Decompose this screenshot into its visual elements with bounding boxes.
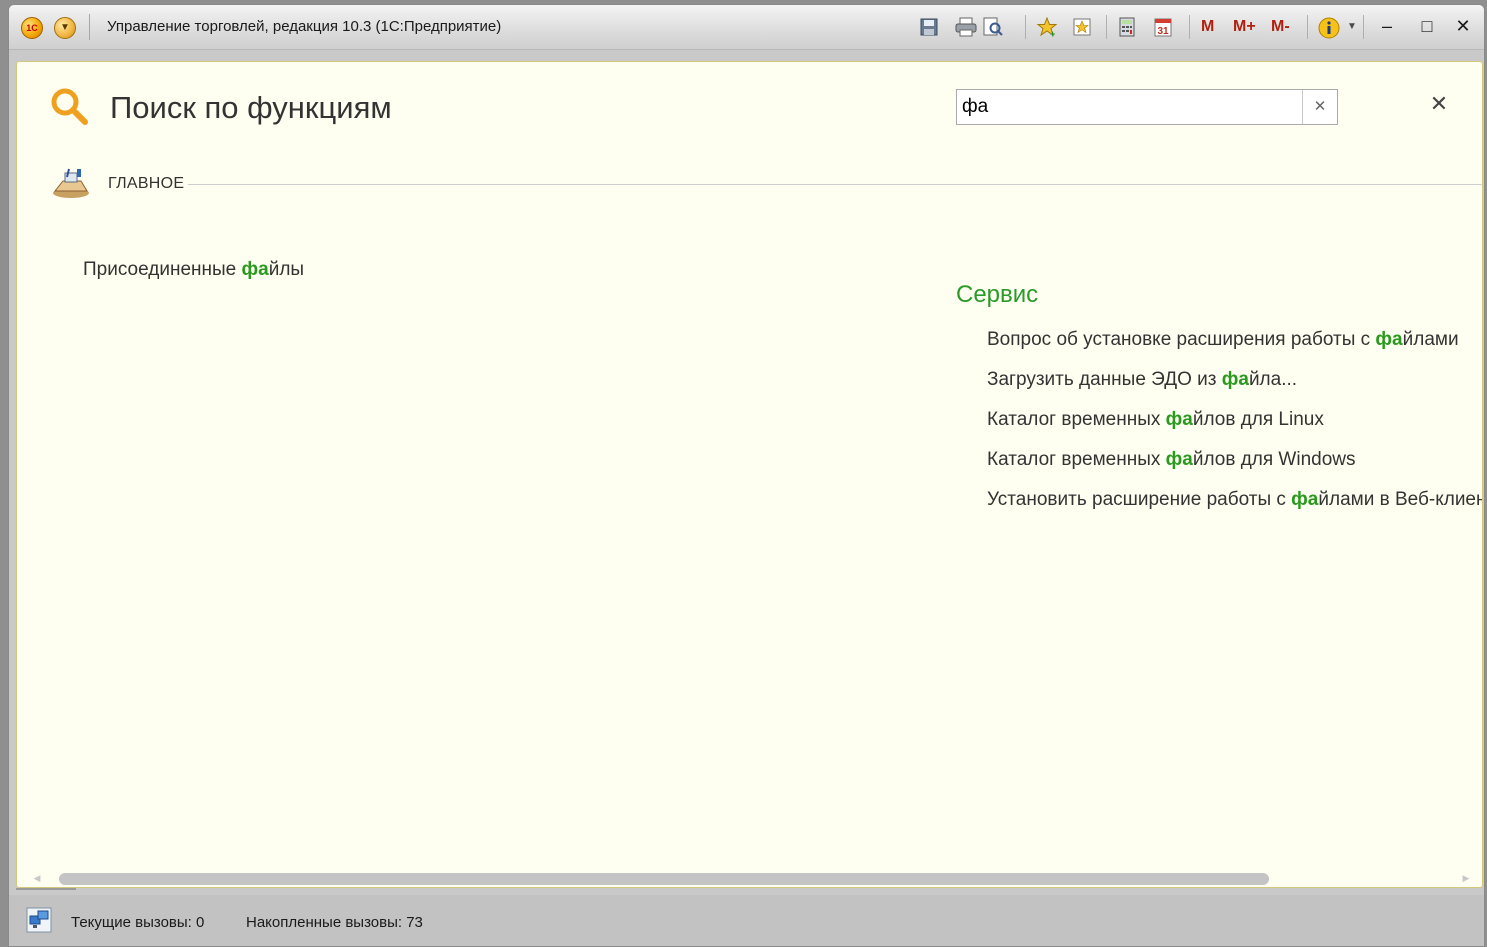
close-window-icon[interactable]: ✕ bbox=[1452, 15, 1474, 37]
result-text-after: йлами bbox=[1402, 329, 1459, 350]
result-link[interactable]: Присоединенные файлы bbox=[83, 259, 304, 281]
calendar-icon[interactable]: 31 bbox=[1153, 17, 1173, 37]
result-text-after: йлами в Веб-клиенте bbox=[1318, 489, 1482, 510]
svg-text:+: + bbox=[1050, 29, 1055, 37]
info-icon[interactable] bbox=[1318, 17, 1340, 39]
app-window: 1С ▼ Управление торговлей, редакция 10.3… bbox=[8, 4, 1485, 947]
toolbar-separator bbox=[1025, 15, 1026, 39]
page-title: Поиск по функциям bbox=[110, 90, 392, 125]
result-match: фа bbox=[1291, 489, 1319, 510]
result-text-before: Вопрос об установке расширения работы с bbox=[987, 329, 1376, 350]
add-favorites-icon[interactable]: + bbox=[1036, 16, 1058, 39]
function-search-panel: Поиск по функциям ✕ ✕ ГЛАВНОЕ Присоедине… bbox=[16, 61, 1483, 888]
toolbar-separator bbox=[1189, 15, 1190, 39]
toolbar-separator bbox=[1106, 15, 1107, 39]
scroll-left-arrow-icon[interactable]: ◀ bbox=[28, 868, 46, 888]
panel-bottom-edge bbox=[16, 888, 76, 890]
result-link[interactable]: Загрузить данные ЭДО из файла... bbox=[987, 369, 1297, 391]
toolbar-separator bbox=[1307, 15, 1308, 39]
main-menu-chevron-icon[interactable]: ▼ bbox=[54, 17, 76, 39]
close-panel-icon[interactable]: ✕ bbox=[1427, 92, 1451, 116]
memory-m-button[interactable]: M bbox=[1201, 17, 1214, 37]
clear-search-icon[interactable]: ✕ bbox=[1302, 90, 1337, 124]
favorites-icon[interactable] bbox=[1072, 17, 1092, 37]
result-text-after: йлов для Linux bbox=[1192, 409, 1324, 430]
result-link[interactable]: Каталог временных файлов для Windows bbox=[987, 449, 1356, 471]
result-text-before: Присоединенные bbox=[83, 259, 242, 280]
result-text-before: Загрузить данные ЭДО из bbox=[987, 369, 1222, 390]
result-text-before: Установить расширение работы с bbox=[987, 489, 1292, 510]
result-match: фа bbox=[1375, 329, 1403, 350]
accumulated-calls-label: Накопленные вызовы: 73 bbox=[246, 914, 423, 931]
result-text-after: йла... bbox=[1248, 369, 1298, 390]
memory-minus-button[interactable]: M- bbox=[1271, 17, 1290, 37]
print-icon[interactable] bbox=[955, 17, 977, 37]
save-icon[interactable] bbox=[919, 17, 939, 37]
scroll-right-arrow-icon[interactable]: ▶ bbox=[1457, 868, 1475, 888]
print-preview-icon[interactable] bbox=[982, 17, 1003, 37]
section-label: ГЛАВНОЕ bbox=[108, 175, 189, 193]
svg-text:31: 31 bbox=[1157, 26, 1169, 37]
result-text-before: Каталог временных bbox=[987, 409, 1166, 430]
result-text-after: йлов для Windows bbox=[1192, 449, 1356, 470]
search-input[interactable] bbox=[957, 90, 1301, 124]
result-link[interactable]: Вопрос об установке расширения работы с … bbox=[987, 329, 1459, 351]
result-link[interactable]: Каталог временных файлов для Linux bbox=[987, 409, 1324, 431]
calculator-icon[interactable] bbox=[1117, 17, 1137, 37]
title-separator bbox=[89, 14, 90, 40]
result-match: фа bbox=[1165, 449, 1193, 470]
server-calls-icon[interactable] bbox=[26, 907, 52, 933]
group-title-service: Сервис bbox=[956, 281, 1039, 308]
toolbar-separator bbox=[1363, 15, 1364, 39]
result-text-before: Каталог временных bbox=[987, 449, 1166, 470]
info-dropdown-chevron-icon[interactable]: ▼ bbox=[1342, 17, 1362, 37]
desk-section-icon bbox=[51, 165, 91, 201]
search-icon bbox=[50, 87, 90, 127]
current-calls-label: Текущие вызовы: 0 bbox=[71, 914, 205, 931]
section-divider bbox=[108, 184, 1482, 185]
horizontal-scrollbar[interactable]: ◀ ▶ bbox=[16, 868, 1481, 888]
result-text-after: йлы bbox=[268, 259, 305, 280]
status-bar: Текущие вызовы: 0 Накопленные вызовы: 73 bbox=[9, 895, 1484, 946]
result-match: фа bbox=[241, 259, 269, 280]
search-field[interactable]: ✕ bbox=[956, 89, 1338, 125]
result-match: фа bbox=[1165, 409, 1193, 430]
scrollbar-thumb[interactable] bbox=[59, 873, 1269, 885]
memory-plus-button[interactable]: M+ bbox=[1233, 17, 1256, 37]
1c-logo-icon[interactable]: 1С bbox=[21, 17, 43, 39]
maximize-icon[interactable]: □ bbox=[1416, 15, 1438, 37]
minimize-icon[interactable]: – bbox=[1376, 15, 1398, 37]
result-link[interactable]: Установить расширение работы с файлами в… bbox=[987, 489, 1482, 511]
window-title: Управление торговлей, редакция 10.3 (1С:… bbox=[107, 18, 502, 35]
title-bar: 1С ▼ Управление торговлей, редакция 10.3… bbox=[9, 5, 1484, 50]
result-match: фа bbox=[1221, 369, 1249, 390]
